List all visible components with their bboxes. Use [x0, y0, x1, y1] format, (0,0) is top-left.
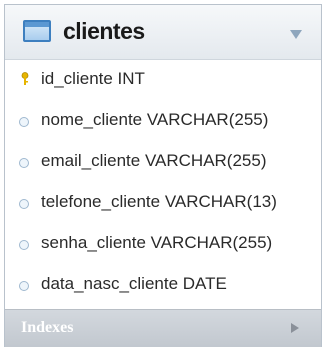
column-row[interactable]: email_cliente VARCHAR(255) — [5, 147, 321, 177]
table-icon — [23, 20, 51, 42]
collapse-arrow-icon[interactable] — [290, 30, 302, 39]
column-label: telefone_cliente VARCHAR(13) — [41, 192, 277, 211]
column-dot-icon — [19, 281, 29, 291]
indexes-section[interactable]: Indexes — [5, 309, 321, 347]
table-title: clientes — [63, 18, 145, 44]
expand-arrow-icon[interactable] — [291, 323, 299, 333]
column-row[interactable]: nome_cliente VARCHAR(255) — [5, 106, 321, 136]
column-dot-icon — [19, 117, 29, 127]
column-label: data_nasc_cliente DATE — [41, 274, 227, 293]
column-dot-icon — [19, 240, 29, 250]
indexes-label: Indexes — [21, 319, 74, 336]
column-row[interactable]: data_nasc_cliente DATE — [5, 270, 321, 300]
column-row[interactable]: id_cliente INT — [5, 65, 321, 95]
column-row[interactable]: senha_cliente VARCHAR(255) — [5, 229, 321, 259]
column-label: email_cliente VARCHAR(255) — [41, 151, 267, 170]
primary-key-icon — [21, 72, 29, 85]
column-dot-icon — [19, 158, 29, 168]
table-header[interactable]: clientes — [5, 5, 321, 60]
column-label: nome_cliente VARCHAR(255) — [41, 110, 269, 129]
column-label: id_cliente INT — [41, 69, 145, 88]
column-row[interactable]: telefone_cliente VARCHAR(13) — [5, 188, 321, 218]
table-card-clientes[interactable]: clientes id_cliente INT nome_cliente VAR… — [4, 4, 322, 347]
column-dot-icon — [19, 199, 29, 209]
column-label: senha_cliente VARCHAR(255) — [41, 233, 273, 252]
